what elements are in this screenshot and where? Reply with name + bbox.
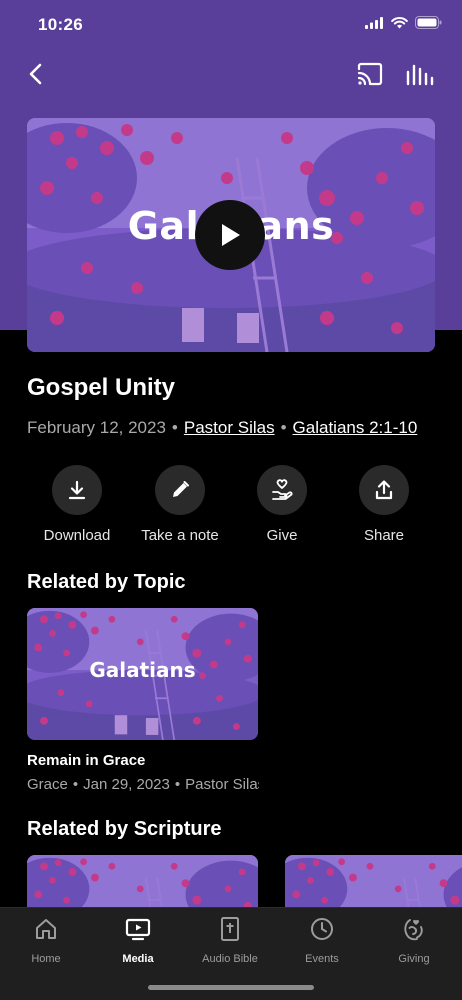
speaker-link[interactable]: Pastor Silas [184,418,275,437]
tab-home[interactable]: Home [0,916,92,965]
card-date: Jan 29, 2023 [83,776,170,793]
related-scripture-card-thumbnail[interactable] [285,855,462,915]
tab-audio-bible[interactable]: Audio Bible [184,916,276,965]
action-row: Download Take a note Give Share [27,465,437,555]
take-note-button[interactable] [155,465,205,515]
tab-label: Events [305,953,339,965]
download-action[interactable]: Download [27,465,127,544]
give-button[interactable] [257,465,307,515]
battery-icon [415,16,442,29]
give-action[interactable]: Give [232,465,332,544]
tab-label: Media [122,953,154,965]
media-icon [125,918,151,941]
home-indicator [148,985,314,990]
tab-giving[interactable]: Giving [368,916,460,965]
share-button[interactable] [359,465,409,515]
separator-dot: • [171,418,178,437]
clock-icon [311,918,333,940]
related-scripture-card-thumbnail[interactable] [27,855,258,915]
give-label: Give [266,527,298,544]
audio-button[interactable] [404,60,434,88]
separator-dot: • [280,418,287,437]
sermon-date: February 12, 2023 [27,418,166,437]
home-icon [36,919,56,939]
play-icon [222,224,240,246]
related-topic-card-thumbnail[interactable]: Galatians [27,608,258,740]
pencil-icon [173,481,189,497]
card-speaker: Pastor Silas [185,776,259,793]
related-card-title[interactable]: Remain in Grace [27,752,145,769]
sermon-meta: February 12, 2023 • Pastor Silas • Galatians… [27,418,417,438]
tab-label: Giving [398,953,430,965]
share-icon [375,480,393,500]
orchard-image [285,855,462,915]
share-action[interactable]: Share [334,465,434,544]
cast-icon [357,62,383,86]
tab-label: Audio Bible [202,953,258,965]
scripture-link[interactable]: Galatians 2:1-10 [293,418,418,437]
status-icons [365,16,442,29]
card-series-title: Galatians [89,658,196,682]
cast-button[interactable] [355,60,385,88]
bible-icon [221,917,239,941]
related-topic-heading: Related by Topic [27,571,186,593]
tab-events[interactable]: Events [276,916,368,965]
download-label: Download [43,527,111,544]
sermon-video-thumbnail[interactable]: Galatians [27,118,435,352]
download-button[interactable] [52,465,102,515]
separator-dot: • [174,776,181,793]
share-label: Share [363,527,405,544]
take-note-label: Take a note [141,527,219,544]
separator-dot: • [72,776,79,793]
sermon-title: Gospel Unity [27,374,176,401]
give-icon [272,479,293,500]
orchard-image [27,855,258,915]
audio-levels-icon [406,64,434,86]
cellular-signal-icon [365,16,383,29]
giving-icon [404,919,423,941]
status-time: 10:26 [38,15,83,34]
take-note-action[interactable]: Take a note [130,465,230,544]
tab-label: Home [31,953,61,965]
related-card-meta: Grace • Jan 29, 2023 • Pastor Silas [27,776,259,793]
card-series: Grace [27,776,68,793]
chevron-left-icon [29,63,42,85]
download-icon [68,480,86,500]
status-bar: 10:26 [0,0,462,50]
back-button[interactable] [24,60,50,88]
play-button[interactable] [195,200,265,270]
wifi-icon [391,16,408,28]
tab-media[interactable]: Media [92,916,184,965]
related-scripture-heading: Related by Scripture [27,818,222,840]
